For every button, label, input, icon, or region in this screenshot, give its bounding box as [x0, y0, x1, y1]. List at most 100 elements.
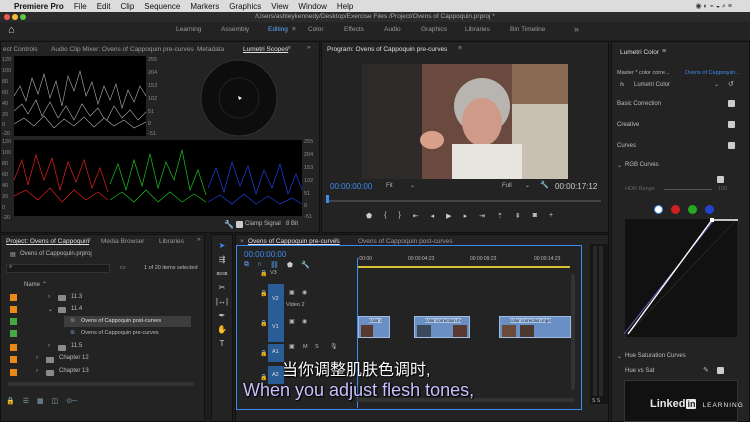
curves-label[interactable]: Curves [617, 143, 636, 149]
a1-mute[interactable]: M [303, 344, 308, 350]
add-marker-icon[interactable]: ⬟ [287, 261, 293, 269]
bit-depth-select[interactable]: 8 Bit [286, 221, 298, 227]
rgb-curve-graph[interactable] [624, 218, 738, 338]
step-forward-icon[interactable]: ▸ [464, 212, 468, 220]
icon-view-icon[interactable]: ▦ [37, 397, 44, 405]
curve-channel-blue[interactable] [705, 205, 714, 214]
wrench-icon[interactable]: 🔧 [224, 220, 234, 229]
timeline-clip-3[interactable]: color correction.mp4 [499, 316, 571, 338]
collapse-arrow-icon[interactable]: ⌄ [48, 306, 53, 313]
hue-saturation-curves-label[interactable]: Hue Saturation Curves [625, 353, 686, 359]
workspace-learning[interactable]: Learning [176, 26, 201, 33]
creative-checkbox[interactable] [728, 121, 735, 128]
hand-tool-icon[interactable]: ✋ [217, 325, 227, 334]
lumetri-fx-chevron-icon[interactable]: ⌄ [714, 81, 719, 88]
timeline-settings-icon[interactable]: 🔧 [301, 261, 310, 269]
menu-premiere-pro[interactable]: Premiere Pro [14, 2, 64, 11]
basic-correction-checkbox[interactable] [728, 100, 735, 107]
curve-channel-white[interactable] [654, 205, 663, 214]
add-button-icon[interactable]: + [549, 212, 553, 220]
sort-up-icon[interactable]: ⌃ [42, 281, 47, 288]
project-item-11-3[interactable]: 11.3 [71, 294, 82, 300]
rgb-curves-label[interactable]: RGB Curves [625, 162, 659, 168]
type-tool-icon[interactable]: T [220, 339, 225, 348]
tab-metadata[interactable]: Metadata [197, 46, 224, 53]
workspace-audio[interactable]: Audio [384, 26, 401, 33]
project-item-11-5[interactable]: 11.5 [71, 343, 82, 349]
menu-graphics[interactable]: Graphics [229, 2, 261, 11]
pen-tool-icon[interactable]: ✒ [219, 311, 226, 320]
freeform-view-icon[interactable]: ◫ [52, 397, 59, 405]
timeline-close-icon[interactable]: × [240, 238, 244, 245]
add-marker-icon[interactable]: ⬟ [366, 212, 372, 220]
reset-icon[interactable]: ↺ [728, 80, 734, 88]
v1-sync-icon[interactable]: ▣ [289, 318, 295, 325]
rgb-curves-checkbox[interactable] [717, 176, 724, 183]
lumetri-master[interactable]: Master * color corre... [617, 70, 670, 76]
more-workspaces-icon[interactable]: » [574, 24, 579, 34]
menu-window[interactable]: Window [298, 2, 326, 11]
project-item-pre-curves[interactable]: Ovens of Cappoquin pre-curves [81, 330, 159, 336]
mark-out-icon[interactable]: } [398, 212, 400, 220]
lumetri-clip[interactable]: Ovens of Cappoquin... [685, 70, 740, 76]
project-item-chapter-12[interactable]: Chapter 12 [59, 355, 89, 361]
list-view-icon[interactable]: ☰ [23, 397, 29, 405]
slip-tool-icon[interactable]: |↔| [216, 297, 228, 306]
ripple-edit-tool-icon[interactable]: ⟺ [216, 269, 227, 278]
new-bin-icon[interactable]: ▭ [120, 264, 126, 271]
snap-icon[interactable]: ∩ [257, 261, 262, 269]
rgb-curves-chevron-icon[interactable]: ⌄ [617, 162, 622, 169]
mark-in-icon[interactable]: { [384, 212, 386, 220]
tab-sequence-post-curves[interactable]: Ovens of Cappoquin post-curves [358, 238, 453, 245]
home-icon[interactable]: ⌂ [8, 24, 15, 36]
program-scrubber[interactable] [326, 200, 601, 202]
workspace-effects[interactable]: Effects [344, 26, 364, 33]
step-back-icon[interactable]: ◂ [431, 212, 435, 220]
timeline-clip-2[interactable]: color correction.m [414, 316, 470, 338]
resolution-select[interactable]: Full [502, 183, 512, 189]
go-to-in-icon[interactable]: ⇤ [413, 212, 419, 220]
tab-lumetri-scopes[interactable]: Lumetri Scopes [243, 46, 288, 53]
creative-label[interactable]: Creative [617, 122, 639, 128]
project-item-post-curves[interactable]: Ovens of Cappoquin post-curves [81, 318, 161, 324]
lift-icon[interactable]: ⇡ [497, 212, 503, 220]
track-select-tool-icon[interactable]: ⇶ [219, 255, 226, 264]
hue-vs-sat-checkbox[interactable] [717, 367, 724, 374]
eyedropper-icon[interactable]: ✎ [703, 366, 709, 374]
tab-program-monitor[interactable]: Program: Ovens of Cappoquin pre-curves [327, 46, 447, 53]
linked-selection-icon[interactable]: ⛓ [270, 261, 279, 269]
hdr-range-slider[interactable] [664, 189, 712, 190]
v2-sync-icon[interactable]: ▣ [289, 289, 295, 296]
workspace-graphics[interactable]: Graphics [421, 26, 447, 33]
fit-select[interactable]: Fit [386, 183, 393, 189]
fit-chevron-icon[interactable]: ⌄ [410, 182, 415, 189]
workspace-color[interactable]: Color [308, 26, 324, 33]
timeline-ruler[interactable]: :00:00 00:00:04:23 00:00:09:23 00:00:14:… [356, 254, 574, 270]
play-icon[interactable]: ▶ [446, 212, 451, 220]
a1-solo[interactable]: S [315, 344, 319, 350]
tab-audio-clip-mixer[interactable]: Audio Clip Mixer: Ovens of Cappoquin pre… [51, 46, 194, 53]
expand-arrow-icon[interactable]: › [36, 368, 38, 374]
curve-channel-red[interactable] [671, 205, 680, 214]
workspace-bin-timeline[interactable]: Bin Timeline [510, 26, 545, 33]
razor-tool-icon[interactable]: ✂ [219, 283, 226, 292]
curve-channel-green[interactable] [688, 205, 697, 214]
insert-nest-icon[interactable]: ⧉ [244, 261, 249, 269]
tab-libraries[interactable]: Libraries [159, 238, 184, 245]
window-controls[interactable] [4, 14, 26, 22]
hue-curves-chevron-icon[interactable]: ⌄ [617, 353, 622, 360]
project-search-input[interactable] [6, 264, 110, 273]
expand-arrow-icon[interactable]: › [48, 343, 50, 349]
curves-checkbox[interactable] [728, 142, 735, 149]
v3-lock-icon[interactable]: 🔒 [260, 270, 267, 277]
lumetri-menu-icon[interactable]: ≡ [662, 48, 666, 55]
timeline-menu-icon[interactable]: ≡ [334, 237, 338, 244]
project-scrollbar[interactable] [8, 382, 194, 386]
v2-lock-icon[interactable]: 🔒 [260, 290, 267, 297]
work-area-bar[interactable] [358, 266, 570, 268]
selection-tool-icon[interactable]: ➤ [219, 241, 226, 250]
workspace-libraries[interactable]: Libraries [465, 26, 490, 33]
menu-markers[interactable]: Markers [190, 2, 219, 11]
v1-lock-icon[interactable]: 🔒 [260, 320, 267, 327]
a1-sync-icon[interactable]: ▣ [289, 343, 295, 350]
